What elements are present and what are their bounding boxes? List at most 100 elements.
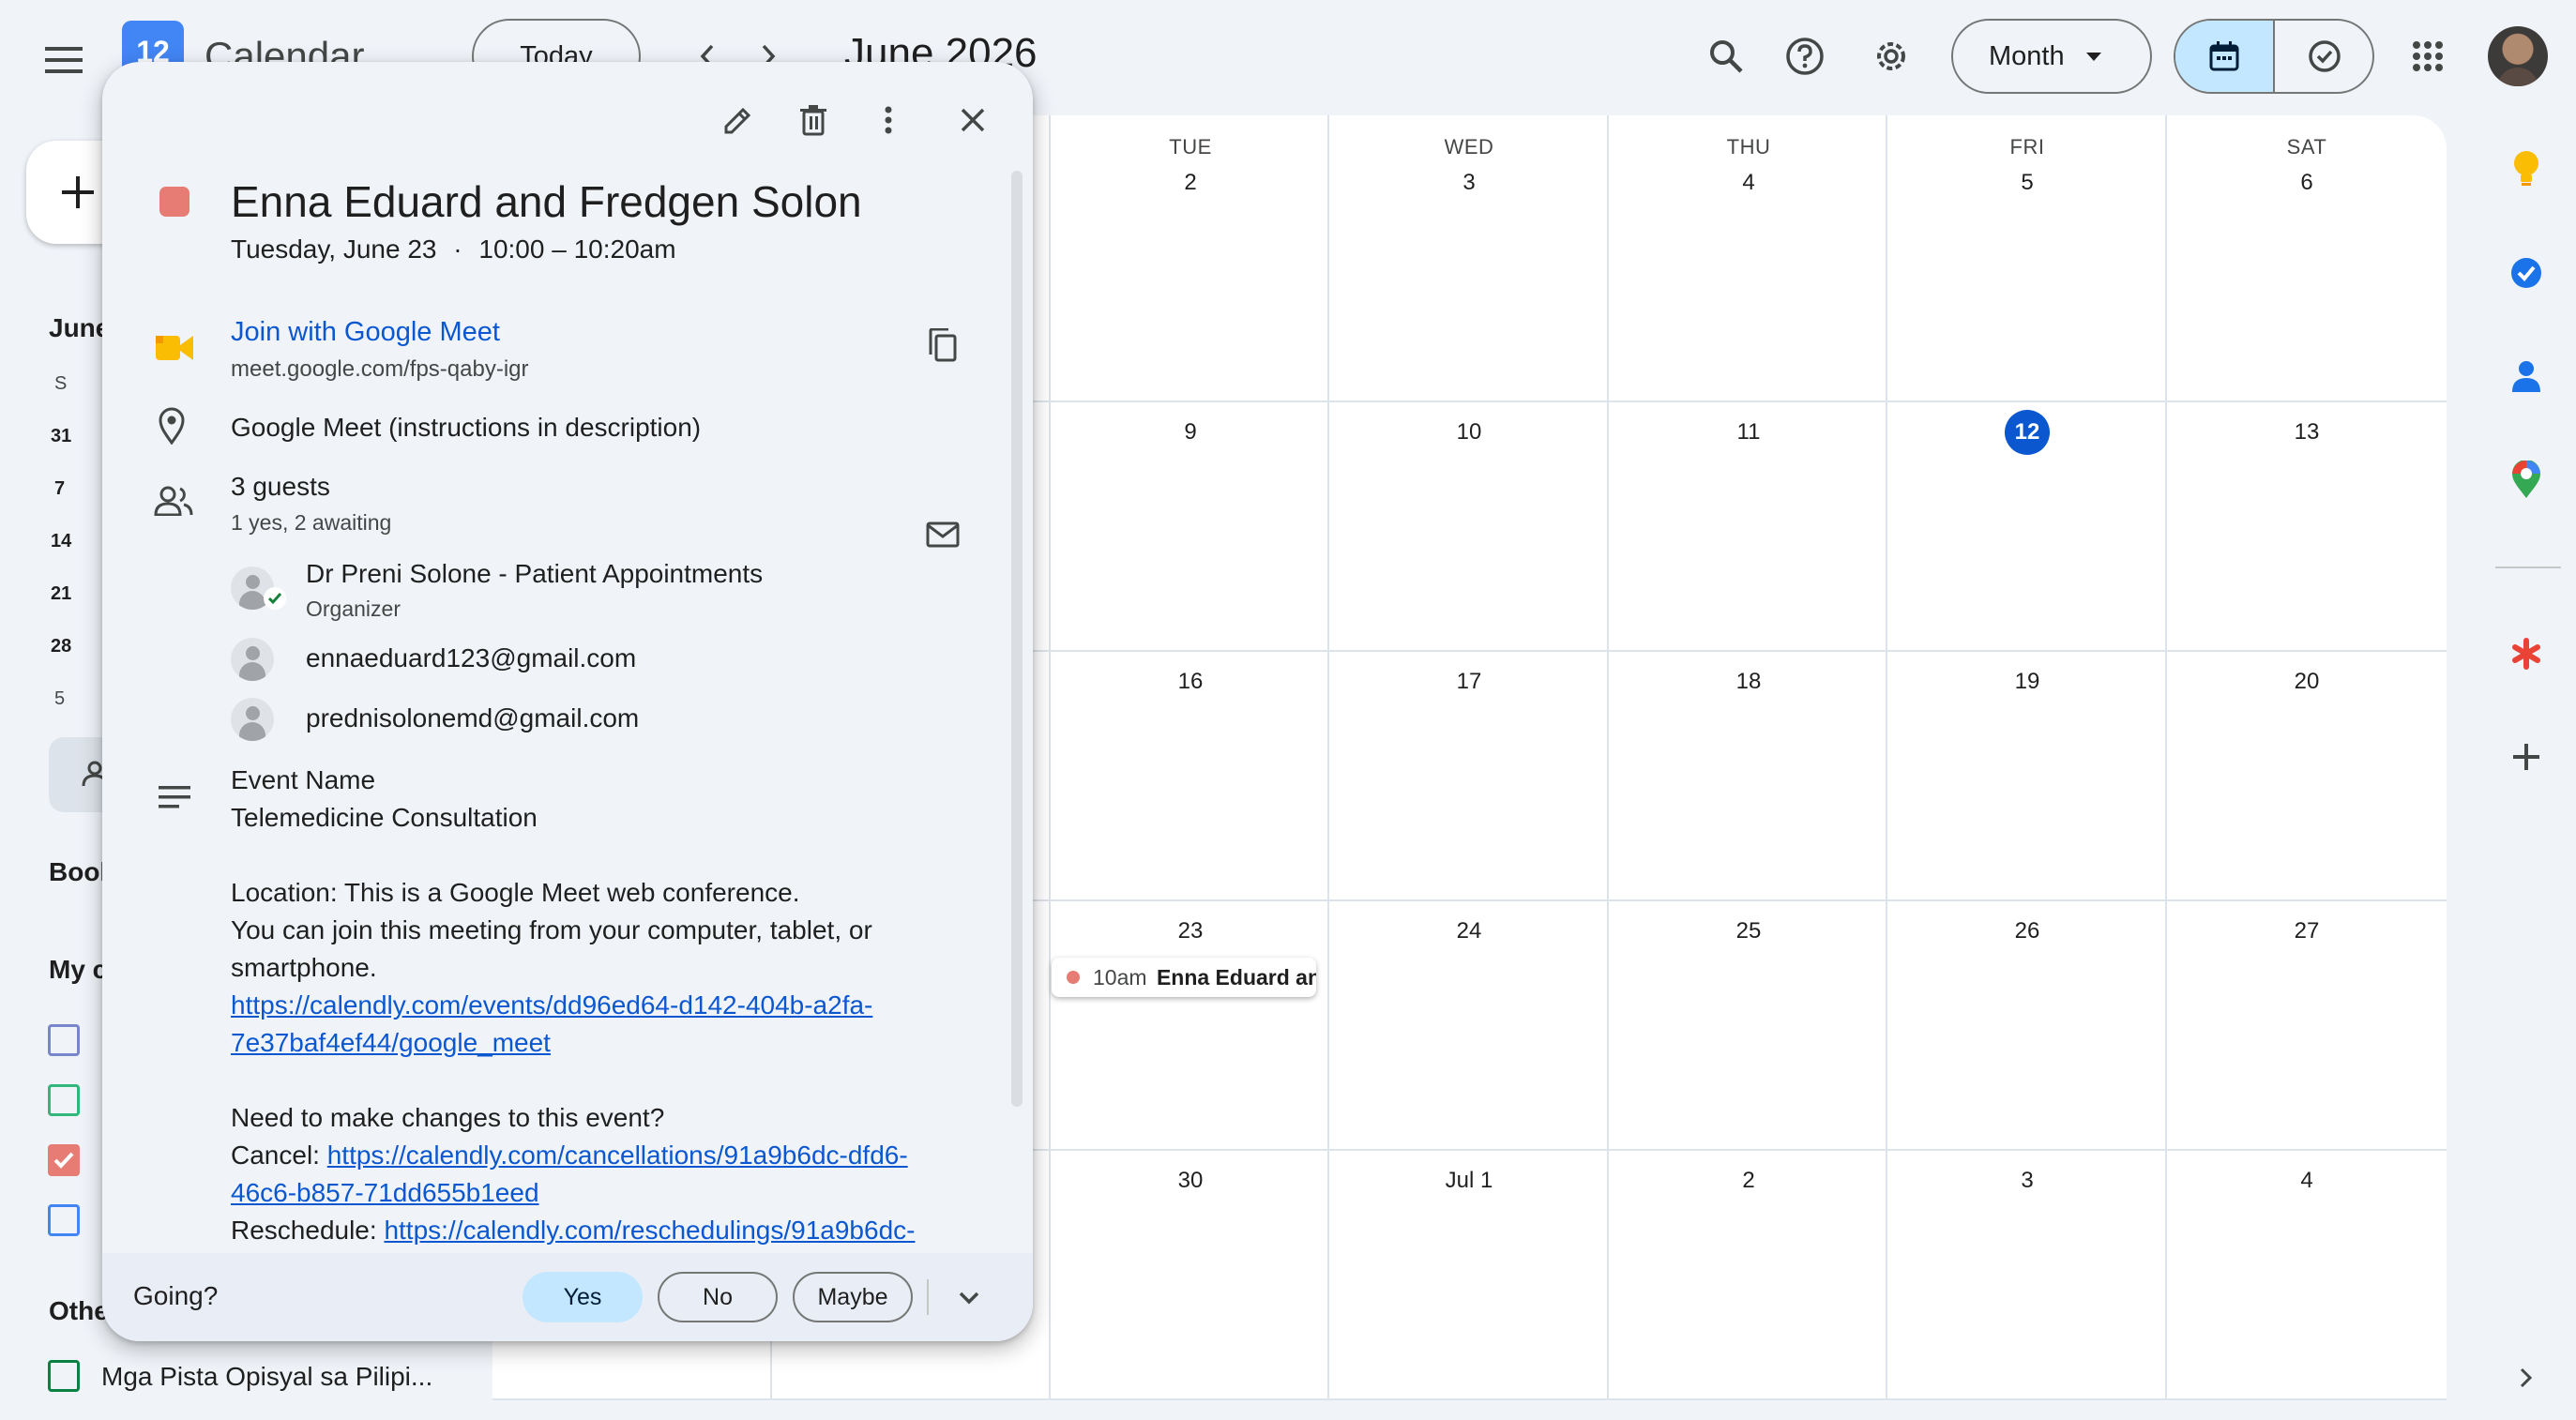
day-number[interactable]: 27 bbox=[2168, 918, 2446, 944]
view-select-dropdown[interactable]: Month bbox=[1951, 19, 2152, 94]
copy-link-icon[interactable] bbox=[913, 315, 973, 375]
day-number[interactable]: 2 bbox=[1052, 170, 1329, 196]
day-number[interactable]: 26 bbox=[1888, 918, 2166, 944]
search-icon[interactable] bbox=[1700, 30, 1752, 83]
panel-divider bbox=[2495, 566, 2561, 568]
mini-day[interactable]: 14 bbox=[51, 531, 71, 552]
mini-day[interactable]: 31 bbox=[51, 426, 71, 447]
my-calendars-heading[interactable]: My c bbox=[49, 955, 107, 985]
edit-event-pencil-icon[interactable] bbox=[708, 90, 768, 150]
add-addon-plus-icon[interactable] bbox=[2503, 733, 2550, 780]
join-meet-link[interactable]: Join with Google Meet bbox=[231, 317, 500, 348]
event-details-popup: Enna Eduard and Fredgen Solon Tuesday, J… bbox=[102, 62, 1033, 1341]
datetime-separator: · bbox=[453, 234, 462, 264]
guest-avatar bbox=[231, 698, 274, 741]
keep-bulb-icon[interactable] bbox=[2503, 144, 2550, 191]
reschedule-label: Reschedule: bbox=[231, 1216, 385, 1245]
day-number[interactable]: 10 bbox=[1330, 419, 1608, 446]
chevron-down-icon bbox=[2086, 53, 2101, 61]
day-header: THU bbox=[1726, 135, 1771, 159]
apps-grid-icon[interactable] bbox=[2402, 30, 2454, 83]
day-number[interactable]: 16 bbox=[1052, 669, 1329, 695]
day-number[interactable]: 2 bbox=[1610, 1168, 1887, 1194]
day-number[interactable]: 13 bbox=[2168, 419, 2446, 446]
description-join-line: smartphone. bbox=[231, 953, 377, 982]
tasks-icon[interactable] bbox=[2503, 249, 2550, 296]
tasks-view-toggle[interactable] bbox=[2275, 21, 2372, 92]
calendar-checkbox[interactable] bbox=[48, 1204, 80, 1236]
mini-day[interactable]: 28 bbox=[51, 636, 71, 657]
rsvp-divider bbox=[927, 1279, 929, 1315]
close-icon[interactable] bbox=[943, 90, 1003, 150]
accepted-check-icon bbox=[264, 587, 286, 610]
mini-day[interactable]: 21 bbox=[51, 583, 71, 605]
day-number[interactable]: 6 bbox=[2168, 170, 2446, 196]
cancel-link[interactable]: https://calendly.com/cancellations/91a9b… bbox=[327, 1141, 908, 1170]
rsvp-options-chevron-down-icon[interactable] bbox=[945, 1274, 993, 1322]
day-number[interactable]: 17 bbox=[1330, 669, 1608, 695]
cancel-label: Cancel: bbox=[231, 1141, 327, 1170]
calendly-meet-link[interactable]: 7e37baf4ef44/google_meet bbox=[231, 1028, 551, 1058]
grid-divider bbox=[2165, 115, 2167, 1400]
day-number[interactable]: 9 bbox=[1052, 419, 1329, 446]
day-number[interactable]: 30 bbox=[1052, 1168, 1329, 1194]
side-panel bbox=[2477, 113, 2576, 1420]
contacts-icon[interactable] bbox=[2503, 353, 2550, 400]
day-number[interactable]: 25 bbox=[1610, 918, 1887, 944]
view-select-label: Month bbox=[1989, 40, 2065, 71]
guest-name: Dr Preni Solone - Patient Appointments bbox=[306, 559, 764, 588]
grid-divider bbox=[1607, 115, 1609, 1400]
maps-pin-icon[interactable] bbox=[2503, 456, 2550, 503]
more-options-icon[interactable] bbox=[858, 90, 918, 150]
calendar-view-toggle[interactable] bbox=[2175, 21, 2275, 92]
day-number[interactable]: 23 bbox=[1052, 918, 1329, 944]
event-title: Enna Eduard and Fredgen Solon bbox=[231, 177, 862, 226]
addon-asterisk-icon[interactable] bbox=[2503, 630, 2550, 677]
mini-day[interactable]: 7 bbox=[54, 478, 65, 500]
settings-gear-icon[interactable] bbox=[1865, 30, 1917, 83]
cancel-link[interactable]: 46c6-b857-71dd655b1eed bbox=[231, 1178, 539, 1208]
help-icon[interactable] bbox=[1779, 30, 1831, 83]
day-number[interactable]: Jul 1 bbox=[1330, 1168, 1608, 1194]
grid-divider bbox=[1327, 115, 1329, 1400]
mini-day[interactable]: 5 bbox=[54, 688, 65, 710]
description-changes-line: Need to make changes to this event? bbox=[231, 1103, 665, 1132]
main-menu-icon[interactable] bbox=[36, 32, 92, 88]
checkmark-icon bbox=[53, 1152, 74, 1169]
other-calendars-heading[interactable]: Othe bbox=[49, 1296, 109, 1326]
guests-count[interactable]: 3 guests bbox=[231, 472, 330, 502]
day-number[interactable]: 24 bbox=[1330, 918, 1608, 944]
day-number[interactable]: 19 bbox=[1888, 669, 2166, 695]
rsvp-maybe-button[interactable]: Maybe bbox=[793, 1272, 913, 1322]
day-number[interactable]: 5 bbox=[1888, 170, 2166, 196]
rsvp-no-button[interactable]: No bbox=[658, 1272, 778, 1322]
day-number[interactable]: 3 bbox=[1888, 1168, 2166, 1194]
calendar-checkbox-checked[interactable] bbox=[48, 1144, 80, 1176]
day-number[interactable]: 18 bbox=[1610, 669, 1887, 695]
calendly-meet-link[interactable]: https://calendly.com/events/dd96ed64-d14… bbox=[231, 990, 872, 1020]
event-color-dot bbox=[1067, 971, 1080, 984]
event-chip[interactable]: 10am Enna Eduard an bbox=[1052, 958, 1316, 997]
account-avatar[interactable] bbox=[2488, 26, 2548, 86]
popup-scrollbar[interactable] bbox=[1011, 171, 1023, 1107]
meet-url: meet.google.com/fps-qaby-igr bbox=[231, 356, 529, 382]
day-number[interactable]: 11 bbox=[1610, 419, 1887, 446]
guest-name: prednisolonemd@gmail.com bbox=[306, 703, 640, 733]
rsvp-yes-button[interactable]: Yes bbox=[523, 1272, 643, 1322]
day-number[interactable]: 20 bbox=[2168, 669, 2446, 695]
day-number[interactable]: 4 bbox=[2168, 1168, 2446, 1194]
event-time: 10:00 – 10:20am bbox=[478, 234, 676, 264]
booking-pages-heading[interactable]: Bool bbox=[49, 857, 107, 887]
event-chip-title: Enna Eduard an bbox=[1156, 965, 1316, 989]
calendar-checkbox[interactable] bbox=[48, 1024, 80, 1056]
description-label: Event Name bbox=[231, 765, 376, 794]
other-calendar-checkbox[interactable] bbox=[48, 1360, 80, 1392]
calendar-checkbox[interactable] bbox=[48, 1084, 80, 1116]
reschedule-link[interactable]: https://calendly.com/reschedulings/91a9b… bbox=[384, 1216, 915, 1245]
collapse-panel-chevron-icon[interactable] bbox=[2503, 1354, 2550, 1401]
day-number[interactable]: 3 bbox=[1330, 170, 1608, 196]
day-number[interactable]: 4 bbox=[1610, 170, 1887, 196]
delete-event-trash-icon[interactable] bbox=[783, 90, 843, 150]
email-guests-icon[interactable] bbox=[913, 505, 973, 565]
today-day-number[interactable]: 12 bbox=[1888, 419, 2166, 446]
